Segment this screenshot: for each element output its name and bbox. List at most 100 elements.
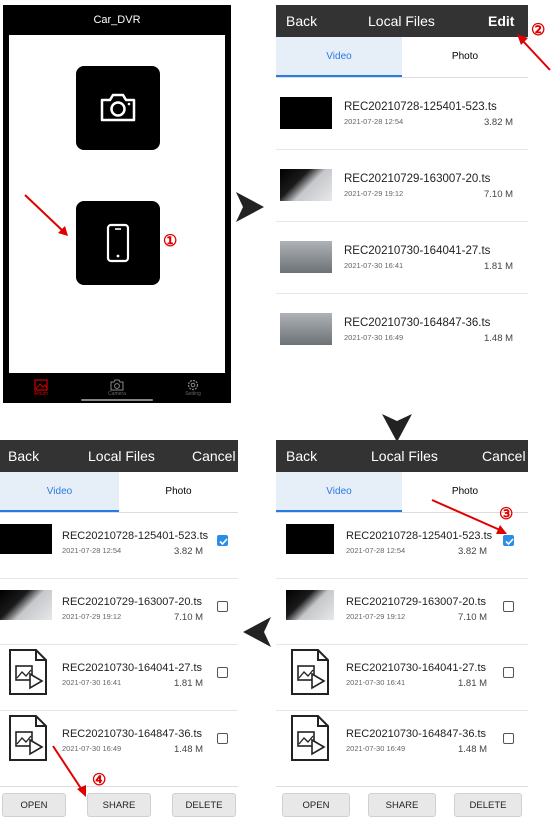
back-button[interactable]: Back xyxy=(8,448,39,464)
tab-video[interactable]: Video xyxy=(276,37,402,77)
video-thumbnail xyxy=(280,313,332,345)
file-size: 7.10 M xyxy=(484,189,514,200)
tab-album[interactable]: Album xyxy=(3,373,79,403)
file-row[interactable]: REC20210730-164847-36.ts 2021-07-30 16:4… xyxy=(276,704,528,776)
camera-icon xyxy=(110,379,124,391)
image-icon xyxy=(34,379,48,391)
file-size: 7.10 M xyxy=(174,612,204,623)
file-name: REC20210730-164041-27.ts xyxy=(62,662,203,674)
file-row[interactable]: REC20210730-164041-27.ts 2021-07-30 16:4… xyxy=(276,221,528,294)
file-row[interactable]: REC20210730-164847-36.ts 2021-07-30 16:4… xyxy=(0,704,238,776)
local-files-screen: Back Local Files Edit Video Photo REC202… xyxy=(276,5,528,403)
file-size: 1.48 M xyxy=(174,744,204,755)
file-date: 2021-07-28 12:54 xyxy=(344,117,404,126)
file-row[interactable]: REC20210728-125401-523.ts 2021-07-28 12:… xyxy=(0,506,238,579)
video-thumbnail xyxy=(286,590,334,620)
gear-icon xyxy=(187,379,199,391)
cancel-button[interactable]: Cancel xyxy=(482,448,526,464)
file-checkbox[interactable] xyxy=(217,667,228,678)
file-name: REC20210730-164847-36.ts xyxy=(346,728,487,740)
file-size: 1.48 M xyxy=(458,744,488,755)
tab-setting[interactable]: Setting xyxy=(155,373,231,403)
share-button[interactable]: SHARE xyxy=(368,792,436,817)
file-checkbox[interactable] xyxy=(503,667,514,678)
tab-camera-label: Camera xyxy=(108,391,126,397)
back-button[interactable]: Back xyxy=(286,448,317,464)
video-thumbnail xyxy=(286,524,334,554)
file-date: 2021-07-28 12:54 xyxy=(346,546,406,555)
check-icon xyxy=(219,538,228,546)
local-files-share-screen: Back Local Files Cancel Video Photo REC2… xyxy=(0,440,238,824)
flow-arrow-left xyxy=(243,617,271,647)
file-checkbox[interactable] xyxy=(217,733,228,744)
file-date: 2021-07-30 16:41 xyxy=(62,678,122,687)
action-bar: OPEN SHARE DELETE xyxy=(0,786,238,822)
file-checkbox[interactable] xyxy=(217,601,228,612)
file-name: REC20210728-125401-523.ts xyxy=(344,101,497,113)
page-title: Local Files xyxy=(371,448,438,464)
video-thumbnail xyxy=(280,97,332,129)
cancel-button[interactable]: Cancel xyxy=(192,448,236,464)
file-checkbox[interactable] xyxy=(217,535,228,546)
file-size: 3.82 M xyxy=(174,546,204,557)
red-arrow-2 xyxy=(517,34,551,71)
app-title: Car_DVR xyxy=(93,14,141,26)
file-size: 1.81 M xyxy=(458,678,488,689)
flow-arrow-down xyxy=(382,414,412,442)
file-row[interactable]: REC20210729-163007-20.ts 2021-07-29 19:1… xyxy=(0,572,238,645)
camera-mode-button[interactable] xyxy=(76,66,160,150)
file-name: REC20210730-164041-27.ts xyxy=(344,245,491,257)
video-file-icon xyxy=(9,715,47,761)
delete-button[interactable]: DELETE xyxy=(454,792,522,817)
tab-photo[interactable]: Photo xyxy=(402,37,528,77)
video-thumbnail xyxy=(280,241,332,273)
flow-arrow-right xyxy=(236,192,264,222)
file-name: REC20210730-164847-36.ts xyxy=(62,728,203,740)
video-thumbnail xyxy=(280,169,332,201)
header-bar: Back Local Files Edit xyxy=(276,5,528,37)
red-arrow-1 xyxy=(24,194,68,236)
file-date: 2021-07-29 19:12 xyxy=(62,612,122,621)
video-thumbnail xyxy=(0,590,52,620)
red-arrow-3 xyxy=(431,499,507,534)
camera-icon xyxy=(100,93,136,122)
file-row[interactable]: REC20210730-164041-27.ts 2021-07-30 16:4… xyxy=(0,638,238,711)
back-button[interactable]: Back xyxy=(286,13,317,29)
header-bar: Back Local Files Cancel xyxy=(276,440,528,472)
file-row[interactable]: REC20210730-164041-27.ts 2021-07-30 16:4… xyxy=(276,638,528,711)
file-date: 2021-07-30 16:49 xyxy=(346,744,406,753)
file-row[interactable]: REC20210729-163007-20.ts 2021-07-29 19:1… xyxy=(276,572,528,645)
video-thumbnail xyxy=(0,524,52,554)
file-name: REC20210729-163007-20.ts xyxy=(344,173,491,185)
file-name: REC20210728-125401-523.ts xyxy=(62,530,209,542)
file-size: 3.82 M xyxy=(458,546,488,557)
file-name: REC20210730-164847-36.ts xyxy=(344,317,491,329)
open-button[interactable]: OPEN xyxy=(282,792,350,817)
file-name: REC20210729-163007-20.ts xyxy=(62,596,203,608)
step-1-marker: ① xyxy=(163,233,178,250)
file-checkbox[interactable] xyxy=(503,601,514,612)
file-row[interactable]: REC20210730-164847-36.ts 2021-07-30 16:4… xyxy=(276,293,528,365)
file-row[interactable]: REC20210729-163007-20.ts 2021-07-29 19:1… xyxy=(276,149,528,222)
file-checkbox[interactable] xyxy=(503,733,514,744)
file-size: 1.48 M xyxy=(484,333,514,344)
header-bar: Back Local Files Cancel xyxy=(0,440,238,472)
home-indicator xyxy=(81,399,153,401)
page-title: Local Files xyxy=(88,448,155,464)
video-file-icon xyxy=(291,715,329,761)
file-size: 1.81 M xyxy=(484,261,514,272)
file-date: 2021-07-30 16:41 xyxy=(344,261,404,270)
tab-album-label: Album xyxy=(33,391,49,397)
local-files-button[interactable] xyxy=(76,201,160,285)
file-date: 2021-07-28 12:54 xyxy=(62,546,122,555)
phone-icon xyxy=(106,223,130,263)
edit-button[interactable]: Edit xyxy=(488,13,514,29)
file-size: 7.10 M xyxy=(458,612,488,623)
step-4-marker: ④ xyxy=(92,772,107,789)
delete-button[interactable]: DELETE xyxy=(172,792,236,817)
file-row[interactable]: REC20210728-125401-523.ts 2021-07-28 12:… xyxy=(276,77,528,150)
page-title: Local Files xyxy=(368,13,435,29)
share-button[interactable]: SHARE xyxy=(87,792,151,817)
file-size: 3.82 M xyxy=(484,117,514,128)
media-tabs: Video Photo xyxy=(276,37,528,78)
